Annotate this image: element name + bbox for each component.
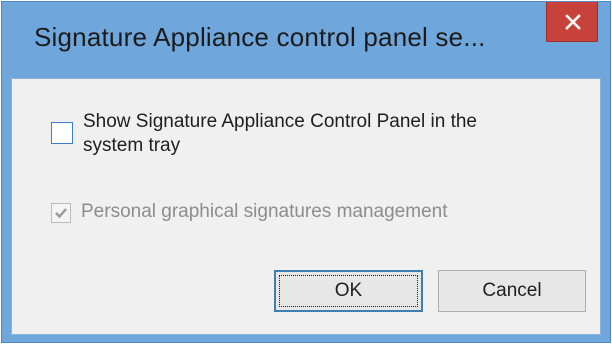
- signatures-option: Personal graphical signatures management: [51, 200, 448, 224]
- close-button[interactable]: [546, 2, 598, 42]
- signatures-option-label: Personal graphical signatures management: [81, 201, 448, 222]
- tray-option-label[interactable]: Show Signature Appliance Control Panel i…: [83, 110, 503, 158]
- focus-rect: [279, 275, 418, 307]
- ok-button[interactable]: OK: [274, 270, 423, 312]
- signatures-checkbox: [51, 203, 71, 223]
- checkmark-icon: [55, 208, 67, 219]
- tray-option[interactable]: Show Signature Appliance Control Panel i…: [51, 110, 503, 158]
- tray-checkbox[interactable]: [51, 122, 73, 144]
- dialog-window: Signature Appliance control panel se... …: [1, 1, 611, 343]
- dialog-content: Show Signature Appliance Control Panel i…: [11, 78, 601, 335]
- window-title: Signature Appliance control panel se...: [34, 22, 486, 52]
- close-icon: [565, 14, 581, 30]
- cancel-button[interactable]: Cancel: [438, 270, 586, 312]
- title-bar[interactable]: Signature Appliance control panel se...: [2, 2, 610, 78]
- cancel-button-label: Cancel: [482, 280, 542, 301]
